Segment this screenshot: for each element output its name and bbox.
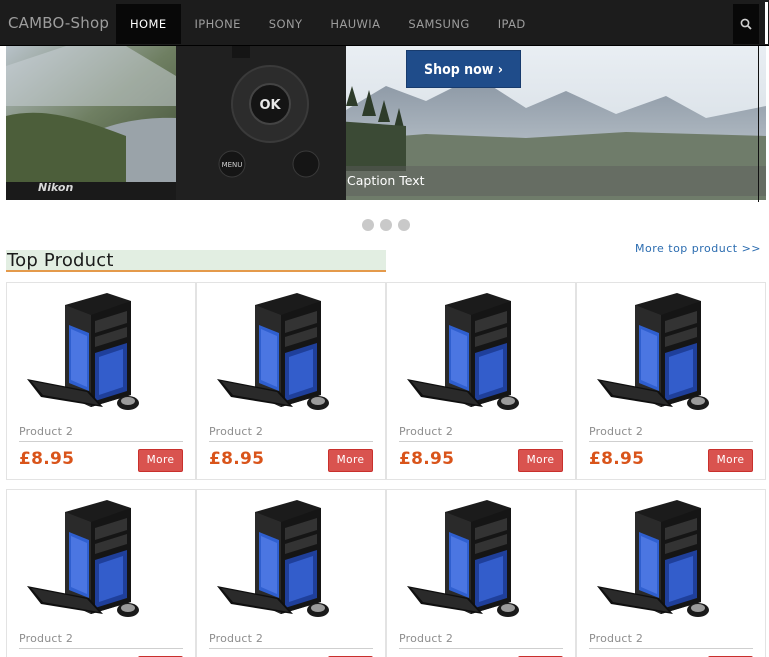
product-card[interactable]: Product 2 £8.95 More <box>386 282 576 480</box>
product-price: £8.95 <box>399 449 455 469</box>
product-divider <box>589 648 753 649</box>
product-image[interactable] <box>7 283 197 423</box>
product-name[interactable]: Product 2 <box>399 425 453 438</box>
more-button[interactable]: More <box>328 449 373 472</box>
product-name[interactable]: Product 2 <box>589 632 643 645</box>
carousel-indicator[interactable] <box>380 219 392 231</box>
more-top-product-link[interactable]: More top product >> <box>635 242 761 255</box>
product-name[interactable]: Product 2 <box>589 425 643 438</box>
product-card[interactable]: Product 2 <box>386 489 576 657</box>
product-image[interactable] <box>197 283 387 423</box>
product-image[interactable] <box>577 490 767 630</box>
product-name[interactable]: Product 2 <box>399 632 453 645</box>
product-card[interactable]: Product 2 £8.95 More <box>576 282 766 480</box>
carousel-indicator[interactable] <box>362 219 374 231</box>
product-price: £8.95 <box>589 449 645 469</box>
product-divider <box>589 441 753 442</box>
product-card[interactable]: Product 2 £8.95 More <box>6 282 196 480</box>
product-name[interactable]: Product 2 <box>209 425 263 438</box>
carousel-indicators <box>362 219 410 231</box>
carousel-divider <box>758 46 759 202</box>
navbar: CAMBO-Shop HOME IPHONE SONY HAUWIA SAMSU… <box>0 0 769 46</box>
product-image[interactable] <box>387 283 577 423</box>
more-button[interactable]: More <box>138 449 183 472</box>
navbar-edge <box>765 2 768 44</box>
more-button[interactable]: More <box>518 449 563 472</box>
product-image[interactable] <box>387 490 577 630</box>
search-button[interactable] <box>733 4 759 44</box>
carousel-indicator[interactable] <box>398 219 410 231</box>
product-card[interactable]: Product 2 <box>196 489 386 657</box>
product-divider <box>19 648 183 649</box>
nav-item-sony[interactable]: SONY <box>255 4 317 44</box>
main-nav: HOME IPHONE SONY HAUWIA SAMSUNG IPAD <box>116 4 540 44</box>
product-divider <box>19 441 183 442</box>
product-card[interactable]: Product 2 £8.95 More <box>196 282 386 480</box>
product-card[interactable]: Product 2 <box>6 489 196 657</box>
nav-item-iphone[interactable]: IPHONE <box>181 4 255 44</box>
shop-now-button[interactable]: Shop now › <box>406 50 521 88</box>
hero-carousel[interactable]: OK MENU Nikon Shop now › Caption Text <box>6 46 766 200</box>
section-title: Top Product <box>6 250 386 272</box>
product-name[interactable]: Product 2 <box>19 425 73 438</box>
nav-item-ipad[interactable]: IPAD <box>484 4 540 44</box>
product-image[interactable] <box>577 283 767 423</box>
product-name[interactable]: Product 2 <box>209 632 263 645</box>
product-image[interactable] <box>7 490 197 630</box>
nav-item-home[interactable]: HOME <box>116 4 181 44</box>
product-price: £8.95 <box>19 449 75 469</box>
product-image[interactable] <box>197 490 387 630</box>
product-card[interactable]: Product 2 <box>576 489 766 657</box>
product-divider <box>209 441 373 442</box>
product-name[interactable]: Product 2 <box>19 632 73 645</box>
product-divider <box>399 648 563 649</box>
carousel-caption: Caption Text <box>346 166 766 196</box>
camera-brand-label: Nikon <box>38 181 73 194</box>
camera-ok-label: OK <box>259 98 281 113</box>
nav-item-samsung[interactable]: SAMSUNG <box>394 4 483 44</box>
product-price: £8.95 <box>209 449 265 469</box>
product-divider <box>209 648 373 649</box>
brand-logo[interactable]: CAMBO-Shop <box>8 14 109 32</box>
nav-item-hauwia[interactable]: HAUWIA <box>316 4 394 44</box>
camera-menu-label: MENU <box>222 161 243 169</box>
search-icon <box>740 18 752 30</box>
product-divider <box>399 441 563 442</box>
more-button[interactable]: More <box>708 449 753 472</box>
